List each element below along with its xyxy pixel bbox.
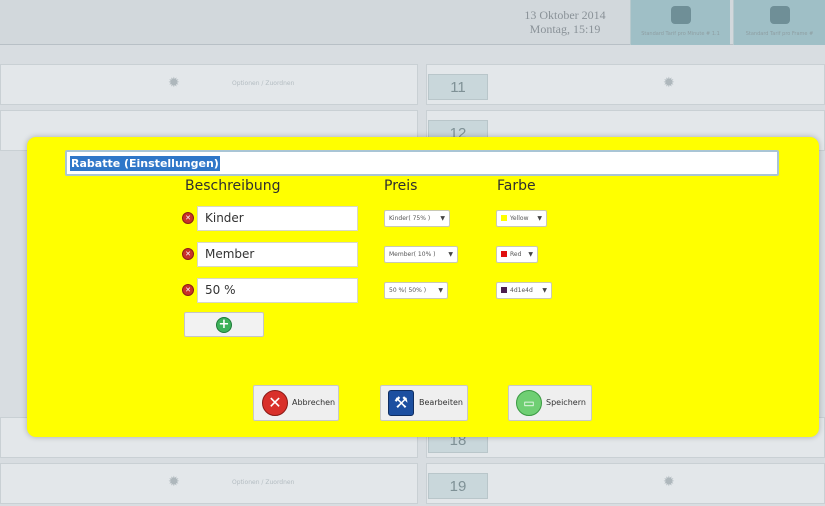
delete-icon[interactable]: ✕: [182, 248, 194, 260]
add-discount-button[interactable]: +: [184, 312, 264, 337]
column-header-price: Preis: [384, 178, 418, 194]
color-select-value: 4d1e4d: [510, 287, 533, 294]
table-row: ✹ Optionen / Zuordnen 11 ✹: [0, 62, 825, 107]
tariff-tile-2[interactable]: Standard Tarif pro Frame #: [733, 0, 825, 45]
tariff-tile-label: Standard Tarif pro Frame #: [745, 31, 814, 37]
cancel-icon: ✕: [262, 390, 288, 416]
discount-description-input[interactable]: 50 %: [197, 278, 358, 303]
options-link[interactable]: Optionen / Zuordnen: [232, 80, 294, 87]
column-header-color: Farbe: [497, 178, 536, 194]
color-select-value: Red: [510, 251, 522, 258]
discount-price-select[interactable]: Kinder( 75% ) ▼: [384, 210, 450, 227]
save-button-label: Speichern: [546, 398, 586, 407]
delete-icon[interactable]: ✕: [182, 284, 194, 296]
chevron-down-icon: ▼: [438, 287, 443, 294]
dialog-title-field[interactable]: Rabatte (Einstellungen): [65, 150, 779, 176]
weekday-time-text: Montag, 15:19: [529, 22, 601, 36]
discount-color-select[interactable]: 4d1e4d ▼: [496, 282, 552, 299]
tariff-tile-1[interactable]: Standard Tarif pro Minute # 1.1: [630, 0, 730, 45]
discount-description-input[interactable]: Kinder: [197, 206, 358, 231]
discount-dialog: Rabatte (Einstellungen) Beschreibung Pre…: [27, 137, 819, 437]
clock-icon: [670, 6, 691, 24]
discount-color-select[interactable]: Red ▼: [496, 246, 538, 263]
delete-icon[interactable]: ✕: [182, 212, 194, 224]
add-icon: +: [216, 317, 232, 333]
tools-icon: ⚒: [388, 390, 414, 416]
gear-icon[interactable]: ✹: [168, 474, 180, 490]
discount-color-select[interactable]: Yellow ▼: [496, 210, 547, 227]
cancel-button-label: Abbrechen: [292, 398, 336, 407]
table-number[interactable]: 11: [428, 74, 488, 100]
discount-price-select[interactable]: Member( 10% ) ▼: [384, 246, 458, 263]
dialog-title: Rabatte (Einstellungen): [70, 156, 220, 171]
discount-description-input[interactable]: Member: [197, 242, 358, 267]
color-swatch: [501, 287, 507, 293]
price-select-value: Member( 10% ): [389, 251, 436, 258]
options-link[interactable]: Optionen / Zuordnen: [232, 479, 294, 486]
row-cell-left: [0, 463, 418, 504]
column-header-description: Beschreibung: [185, 178, 281, 194]
price-select-value: Kinder( 75% ): [389, 215, 431, 222]
chevron-down-icon: ▼: [537, 215, 542, 222]
color-select-value: Yellow: [510, 215, 529, 222]
frame-icon: [769, 6, 790, 24]
row-cell-left: [0, 64, 418, 105]
discount-price-select[interactable]: 50 %( 50% ) ▼: [384, 282, 448, 299]
save-icon: ▭: [516, 390, 542, 416]
gear-icon[interactable]: ✹: [663, 75, 675, 91]
date-display: 13 Oktober 2014 Montag, 15:19: [515, 8, 615, 36]
table-row: ✹ Optionen / Zuordnen 19 ✹: [0, 461, 825, 506]
save-button[interactable]: ▭ Speichern: [508, 385, 592, 421]
edit-button[interactable]: ⚒ Bearbeiten: [380, 385, 468, 421]
chevron-down-icon: ▼: [542, 287, 547, 294]
gear-icon[interactable]: ✹: [663, 474, 675, 490]
cancel-button[interactable]: ✕ Abbrechen: [253, 385, 339, 421]
top-bar: 13 Oktober 2014 Montag, 15:19 Standard T…: [0, 0, 825, 45]
chevron-down-icon: ▼: [528, 251, 533, 258]
chevron-down-icon: ▼: [448, 251, 453, 258]
chevron-down-icon: ▼: [440, 215, 445, 222]
date-text: 13 Oktober 2014: [524, 8, 606, 22]
color-swatch: [501, 251, 507, 257]
color-swatch: [501, 215, 507, 221]
table-number[interactable]: 19: [428, 473, 488, 499]
tariff-tile-label: Standard Tarif pro Minute # 1.1: [641, 31, 720, 37]
edit-button-label: Bearbeiten: [419, 398, 463, 407]
price-select-value: 50 %( 50% ): [389, 287, 427, 294]
gear-icon[interactable]: ✹: [168, 75, 180, 91]
